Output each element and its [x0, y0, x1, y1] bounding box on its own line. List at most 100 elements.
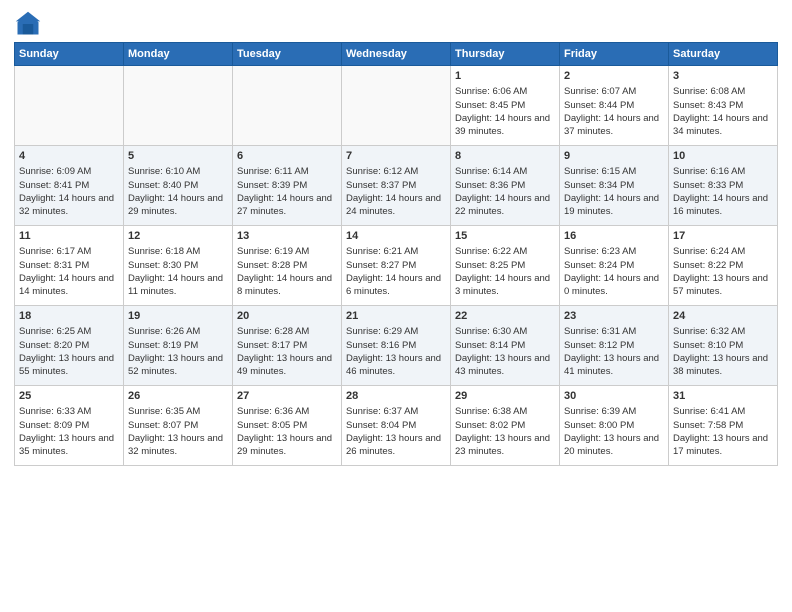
day-info-line: Sunset: 8:45 PM — [455, 99, 555, 112]
day-info-line: Daylight: 14 hours and 8 minutes. — [237, 272, 337, 299]
day-info-line: Sunrise: 6:12 AM — [346, 165, 446, 178]
day-info-line: Daylight: 14 hours and 16 minutes. — [673, 192, 773, 219]
day-number: 16 — [564, 229, 664, 244]
day-info-line: Sunrise: 6:07 AM — [564, 85, 664, 98]
day-cell — [342, 66, 451, 146]
day-cell: 27Sunrise: 6:36 AMSunset: 8:05 PMDayligh… — [233, 386, 342, 466]
day-info-line: Daylight: 13 hours and 38 minutes. — [673, 352, 773, 379]
day-number: 7 — [346, 149, 446, 164]
calendar-table: SundayMondayTuesdayWednesdayThursdayFrid… — [14, 42, 778, 466]
day-info-line: Daylight: 14 hours and 37 minutes. — [564, 112, 664, 139]
day-info-line: Daylight: 14 hours and 29 minutes. — [128, 192, 228, 219]
day-info-line: Daylight: 13 hours and 41 minutes. — [564, 352, 664, 379]
day-info-line: Daylight: 14 hours and 24 minutes. — [346, 192, 446, 219]
day-header-friday: Friday — [560, 43, 669, 66]
day-info-line: Sunrise: 6:31 AM — [564, 325, 664, 338]
day-info-line: Daylight: 14 hours and 34 minutes. — [673, 112, 773, 139]
day-cell: 25Sunrise: 6:33 AMSunset: 8:09 PMDayligh… — [15, 386, 124, 466]
day-info-line: Sunset: 8:14 PM — [455, 339, 555, 352]
day-header-monday: Monday — [124, 43, 233, 66]
day-info-line: Daylight: 14 hours and 6 minutes. — [346, 272, 446, 299]
day-number: 31 — [673, 389, 773, 404]
day-info-line: Daylight: 13 hours and 49 minutes. — [237, 352, 337, 379]
day-info-line: Sunrise: 6:22 AM — [455, 245, 555, 258]
day-number: 17 — [673, 229, 773, 244]
day-number: 19 — [128, 309, 228, 324]
day-info-line: Sunset: 8:34 PM — [564, 179, 664, 192]
day-info-line: Daylight: 13 hours and 32 minutes. — [128, 432, 228, 459]
days-header-row: SundayMondayTuesdayWednesdayThursdayFrid… — [15, 43, 778, 66]
day-info-line: Sunrise: 6:18 AM — [128, 245, 228, 258]
day-cell: 7Sunrise: 6:12 AMSunset: 8:37 PMDaylight… — [342, 146, 451, 226]
day-info-line: Sunrise: 6:39 AM — [564, 405, 664, 418]
day-info-line: Sunset: 8:30 PM — [128, 259, 228, 272]
day-info-line: Sunrise: 6:33 AM — [19, 405, 119, 418]
day-header-thursday: Thursday — [451, 43, 560, 66]
day-number: 24 — [673, 309, 773, 324]
day-info-line: Sunset: 8:31 PM — [19, 259, 119, 272]
logo — [14, 10, 44, 38]
day-info-line: Sunrise: 6:08 AM — [673, 85, 773, 98]
day-header-tuesday: Tuesday — [233, 43, 342, 66]
day-info-line: Sunrise: 6:15 AM — [564, 165, 664, 178]
day-cell: 9Sunrise: 6:15 AMSunset: 8:34 PMDaylight… — [560, 146, 669, 226]
day-info-line: Sunrise: 6:32 AM — [673, 325, 773, 338]
day-info-line: Daylight: 13 hours and 55 minutes. — [19, 352, 119, 379]
day-cell: 1Sunrise: 6:06 AMSunset: 8:45 PMDaylight… — [451, 66, 560, 146]
day-cell: 26Sunrise: 6:35 AMSunset: 8:07 PMDayligh… — [124, 386, 233, 466]
day-info-line: Sunrise: 6:17 AM — [19, 245, 119, 258]
day-info-line: Daylight: 13 hours and 23 minutes. — [455, 432, 555, 459]
day-info-line: Sunrise: 6:11 AM — [237, 165, 337, 178]
day-info-line: Sunset: 8:24 PM — [564, 259, 664, 272]
day-info-line: Sunrise: 6:14 AM — [455, 165, 555, 178]
day-cell: 3Sunrise: 6:08 AMSunset: 8:43 PMDaylight… — [669, 66, 778, 146]
day-cell: 22Sunrise: 6:30 AMSunset: 8:14 PMDayligh… — [451, 306, 560, 386]
day-info-line: Sunrise: 6:41 AM — [673, 405, 773, 418]
day-cell: 19Sunrise: 6:26 AMSunset: 8:19 PMDayligh… — [124, 306, 233, 386]
day-number: 18 — [19, 309, 119, 324]
day-cell — [124, 66, 233, 146]
day-info-line: Sunset: 8:25 PM — [455, 259, 555, 272]
logo-icon — [14, 10, 42, 38]
day-info-line: Daylight: 13 hours and 57 minutes. — [673, 272, 773, 299]
day-info-line: Sunrise: 6:35 AM — [128, 405, 228, 418]
day-number: 28 — [346, 389, 446, 404]
day-cell: 28Sunrise: 6:37 AMSunset: 8:04 PMDayligh… — [342, 386, 451, 466]
day-info-line: Sunrise: 6:36 AM — [237, 405, 337, 418]
day-info-line: Sunrise: 6:28 AM — [237, 325, 337, 338]
day-cell: 23Sunrise: 6:31 AMSunset: 8:12 PMDayligh… — [560, 306, 669, 386]
day-cell: 11Sunrise: 6:17 AMSunset: 8:31 PMDayligh… — [15, 226, 124, 306]
header-row — [14, 10, 778, 38]
day-info-line: Sunset: 8:05 PM — [237, 419, 337, 432]
day-info-line: Daylight: 14 hours and 22 minutes. — [455, 192, 555, 219]
day-header-sunday: Sunday — [15, 43, 124, 66]
day-number: 6 — [237, 149, 337, 164]
day-info-line: Sunset: 8:22 PM — [673, 259, 773, 272]
day-number: 1 — [455, 69, 555, 84]
day-cell: 20Sunrise: 6:28 AMSunset: 8:17 PMDayligh… — [233, 306, 342, 386]
day-info-line: Sunset: 8:17 PM — [237, 339, 337, 352]
day-info-line: Sunset: 8:16 PM — [346, 339, 446, 352]
week-row-4: 18Sunrise: 6:25 AMSunset: 8:20 PMDayligh… — [15, 306, 778, 386]
day-info-line: Sunrise: 6:19 AM — [237, 245, 337, 258]
day-info-line: Sunset: 8:33 PM — [673, 179, 773, 192]
day-info-line: Sunrise: 6:21 AM — [346, 245, 446, 258]
day-number: 3 — [673, 69, 773, 84]
day-cell: 18Sunrise: 6:25 AMSunset: 8:20 PMDayligh… — [15, 306, 124, 386]
day-number: 10 — [673, 149, 773, 164]
day-info-line: Daylight: 14 hours and 39 minutes. — [455, 112, 555, 139]
day-cell: 10Sunrise: 6:16 AMSunset: 8:33 PMDayligh… — [669, 146, 778, 226]
day-info-line: Sunset: 8:43 PM — [673, 99, 773, 112]
day-number: 20 — [237, 309, 337, 324]
day-info-line: Daylight: 13 hours and 43 minutes. — [455, 352, 555, 379]
day-cell: 2Sunrise: 6:07 AMSunset: 8:44 PMDaylight… — [560, 66, 669, 146]
day-info-line: Daylight: 13 hours and 20 minutes. — [564, 432, 664, 459]
calendar-container: SundayMondayTuesdayWednesdayThursdayFrid… — [0, 0, 792, 474]
day-number: 2 — [564, 69, 664, 84]
day-cell: 31Sunrise: 6:41 AMSunset: 7:58 PMDayligh… — [669, 386, 778, 466]
day-info-line: Sunset: 8:00 PM — [564, 419, 664, 432]
day-info-line: Daylight: 14 hours and 19 minutes. — [564, 192, 664, 219]
day-info-line: Sunrise: 6:24 AM — [673, 245, 773, 258]
day-info-line: Daylight: 13 hours and 26 minutes. — [346, 432, 446, 459]
week-row-3: 11Sunrise: 6:17 AMSunset: 8:31 PMDayligh… — [15, 226, 778, 306]
